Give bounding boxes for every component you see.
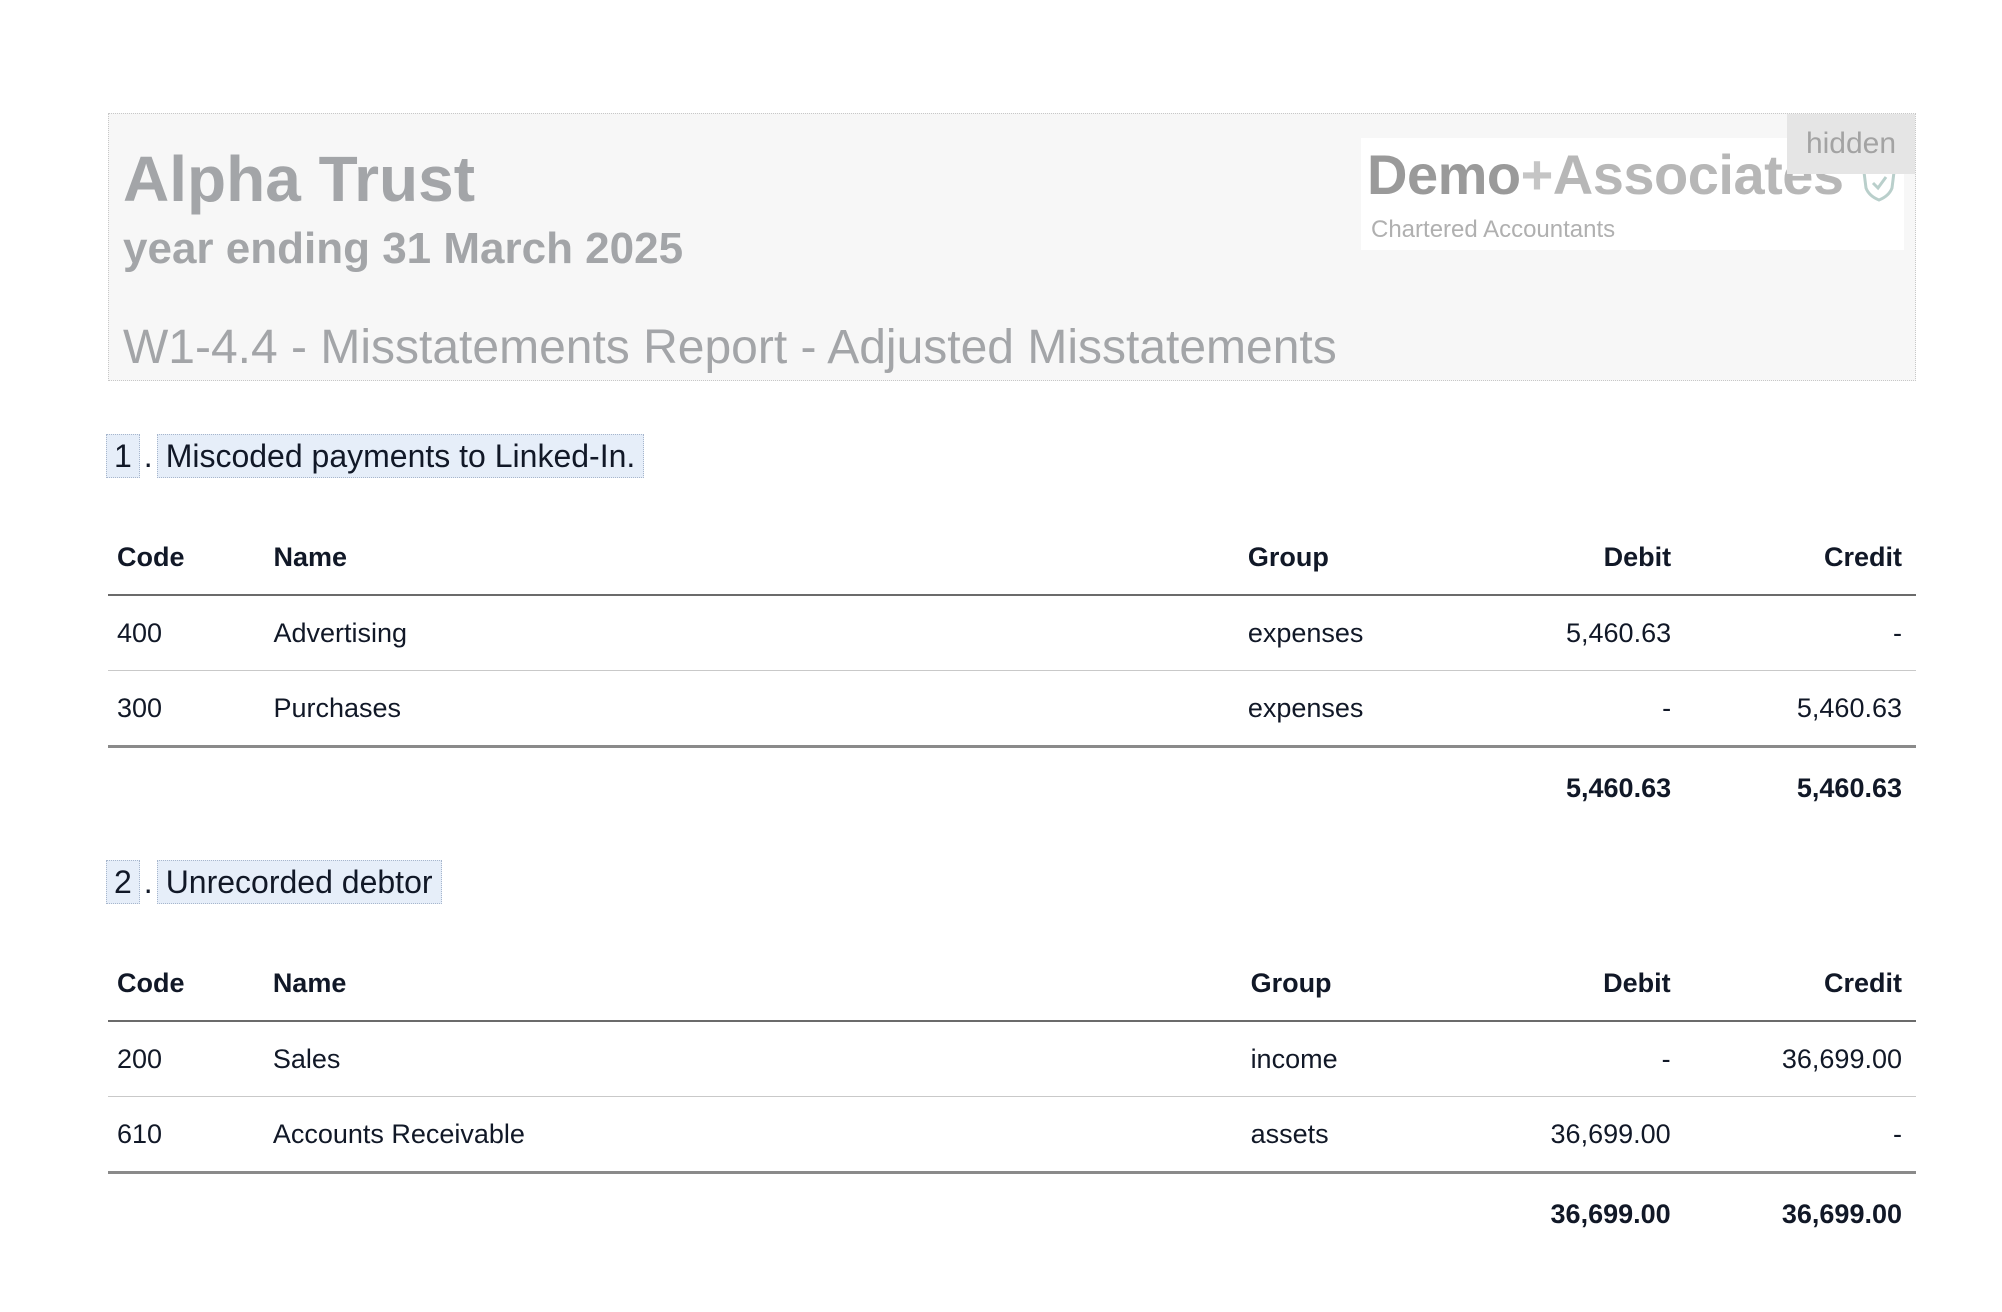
cell-group: assets bbox=[1241, 1096, 1454, 1174]
cell-credit: 5,460.63 bbox=[1685, 670, 1916, 748]
misstatement-number[interactable]: 2 bbox=[106, 860, 140, 904]
column-header-code: Code bbox=[108, 520, 265, 596]
hidden-badge[interactable]: hidden bbox=[1787, 114, 1915, 174]
period-label: year ending 31 March 2025 bbox=[123, 224, 684, 273]
cell-code: 200 bbox=[108, 1021, 264, 1097]
misstatement-number[interactable]: 1 bbox=[106, 434, 140, 478]
cell-empty bbox=[108, 1173, 264, 1255]
entity-name: Alpha Trust bbox=[123, 143, 476, 215]
cell-name: Sales bbox=[263, 1021, 1242, 1097]
misstatement-heading: 2. Unrecorded debtor bbox=[106, 860, 442, 904]
cell-empty bbox=[264, 747, 1238, 829]
cell-debit: 5,460.63 bbox=[1454, 595, 1686, 671]
total-debit: 5,460.63 bbox=[1566, 772, 1672, 803]
total-credit: 36,699.00 bbox=[1781, 1198, 1902, 1229]
column-header-debit: Debit bbox=[1453, 946, 1685, 1022]
cell-debit: - bbox=[1453, 1021, 1685, 1097]
cell-credit: - bbox=[1684, 1096, 1916, 1174]
cell-credit: - bbox=[1685, 595, 1916, 671]
cell-empty bbox=[264, 1173, 1242, 1255]
cell-code: 610 bbox=[108, 1096, 264, 1174]
column-header-credit: Credit bbox=[1684, 946, 1916, 1022]
report-header: Alpha Trust year ending 31 March 2025 W1… bbox=[108, 113, 1916, 381]
firm-logo-name: Demo+Associates bbox=[1367, 142, 1844, 207]
cell-credit: 36,699.00 bbox=[1684, 1021, 1916, 1097]
misstatement-title[interactable]: Miscoded payments to Linked-In. bbox=[156, 434, 645, 478]
misstatement-heading: 1. Miscoded payments to Linked-In. bbox=[106, 434, 645, 478]
misstatement-separator: . bbox=[143, 437, 153, 474]
column-header-code: Code bbox=[108, 946, 264, 1022]
firm-logo-plus: + bbox=[1520, 143, 1554, 206]
cell-debit: 36,699.00 bbox=[1453, 1096, 1685, 1174]
cell-empty bbox=[108, 747, 264, 829]
misstatement-title[interactable]: Unrecorded debtor bbox=[156, 860, 442, 904]
total-debit: 36,699.00 bbox=[1550, 1198, 1671, 1229]
total-row: 36,699.00 36,699.00 bbox=[108, 1173, 1916, 1255]
table-row: 300 Purchases expenses - 5,460.63 bbox=[108, 670, 1916, 748]
table-row: 200 Sales income - 36,699.00 bbox=[108, 1021, 1916, 1097]
column-header-name: Name bbox=[264, 520, 1239, 596]
cell-code: 300 bbox=[108, 670, 265, 748]
journal-table: Code Name Group Debit Credit 200 Sales i… bbox=[108, 946, 1916, 1254]
journal-table: Code Name Group Debit Credit 400 Adverti… bbox=[108, 520, 1916, 828]
column-header-name: Name bbox=[263, 946, 1242, 1022]
cell-group: expenses bbox=[1238, 670, 1455, 748]
table-row: 610 Accounts Receivable assets 36,699.00… bbox=[108, 1096, 1916, 1174]
total-credit: 5,460.63 bbox=[1796, 772, 1902, 803]
cell-group: income bbox=[1241, 1021, 1454, 1097]
firm-logo-tagline: Chartered Accountants bbox=[1371, 216, 1616, 243]
cell-name: Purchases bbox=[264, 670, 1239, 748]
cell-name: Accounts Receivable bbox=[263, 1096, 1242, 1174]
column-header-group: Group bbox=[1241, 946, 1454, 1022]
misstatement-separator: . bbox=[143, 863, 153, 900]
table-row: 400 Advertising expenses 5,460.63 - bbox=[108, 595, 1916, 671]
cell-code: 400 bbox=[108, 595, 265, 671]
column-header-group: Group bbox=[1238, 520, 1455, 596]
cell-empty bbox=[1242, 1173, 1454, 1255]
cell-empty bbox=[1239, 747, 1454, 829]
column-header-debit: Debit bbox=[1454, 520, 1686, 596]
table-header-row: Code Name Group Debit Credit bbox=[108, 520, 1916, 596]
firm-logo-name-part1: Demo bbox=[1367, 143, 1521, 206]
total-row: 5,460.63 5,460.63 bbox=[108, 747, 1916, 829]
report-title: W1-4.4 - Misstatements Report - Adjusted… bbox=[123, 321, 1337, 374]
cell-name: Advertising bbox=[264, 595, 1239, 671]
table-header-row: Code Name Group Debit Credit bbox=[108, 946, 1916, 1022]
column-header-credit: Credit bbox=[1685, 520, 1916, 596]
cell-debit: - bbox=[1454, 670, 1686, 748]
cell-group: expenses bbox=[1238, 595, 1455, 671]
